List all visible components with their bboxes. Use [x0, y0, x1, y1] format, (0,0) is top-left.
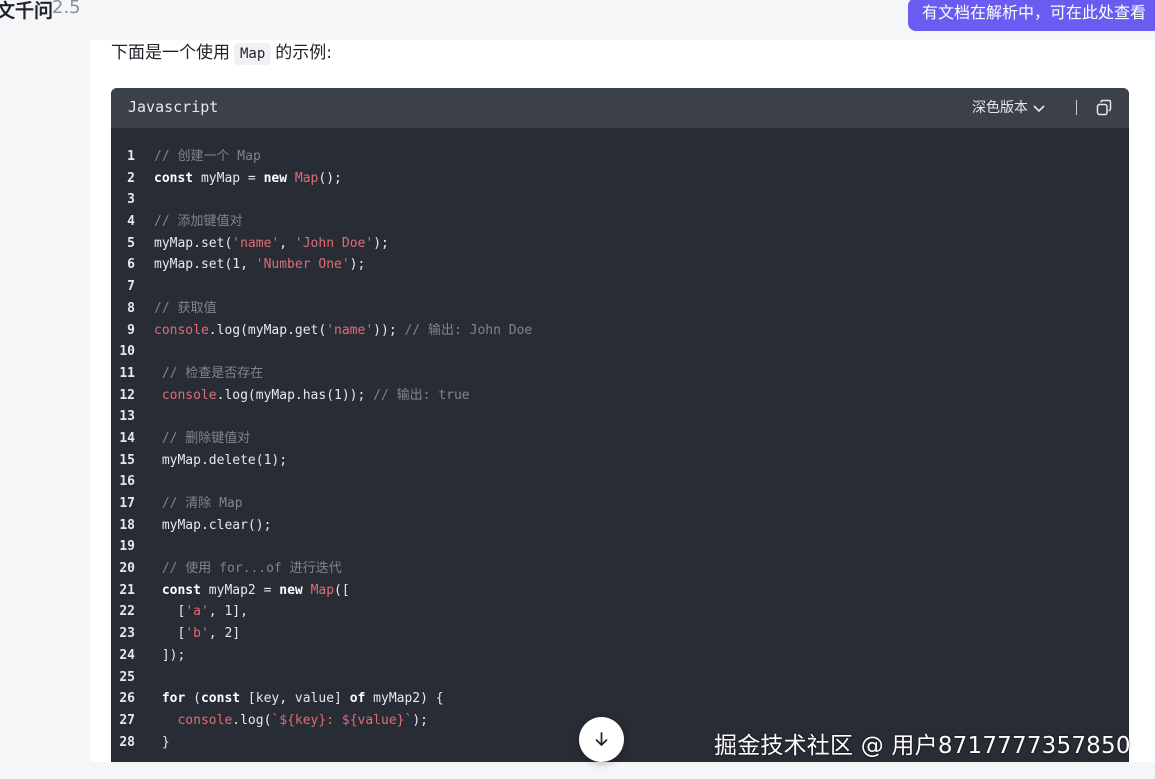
- code-text: myMap.clear();: [154, 517, 272, 533]
- code-line: 19: [111, 536, 1129, 558]
- code-line: 12 console.log(myMap.has(1)); // 输出: tru…: [111, 385, 1129, 407]
- code-text: const myMap = new Map();: [154, 170, 342, 186]
- line-number: 11: [119, 365, 135, 381]
- code-line: 1 // 创建一个 Map: [111, 146, 1129, 168]
- code-line: 6 myMap.set(1, 'Number One');: [111, 254, 1129, 276]
- line-number: 19: [119, 539, 135, 555]
- line-number: 27: [119, 712, 135, 728]
- code-text: for (const [key, value] of myMap2) {: [161, 691, 444, 707]
- line-number: 17: [119, 496, 135, 511]
- page-bottom: [0, 762, 1155, 779]
- code-line: 10: [111, 341, 1129, 363]
- code-line: 14 // 删除键值对: [111, 428, 1129, 450]
- code-line: 24 ]);: [111, 645, 1129, 667]
- top-bar: 文千问 2.5 有文档在解析中，可在此处查看: [0, 0, 1155, 40]
- line-number: 20: [119, 561, 135, 577]
- inline-code: Map: [234, 43, 272, 65]
- header-divider: [1076, 100, 1077, 115]
- code-line: 17 // 清除 Map: [111, 493, 1129, 515]
- code-line: 21 const myMap2 = new Map([: [111, 580, 1129, 602]
- line-number: 12: [119, 387, 135, 403]
- line-number: 6: [127, 257, 135, 273]
- code-line: 13: [111, 406, 1129, 428]
- line-number: 3: [127, 192, 135, 208]
- line-number: 4: [127, 214, 135, 230]
- arrow-down-icon: [595, 732, 608, 746]
- code-text: // 添加键值对: [154, 214, 243, 230]
- line-number: 22: [119, 604, 135, 620]
- line-number: 26: [119, 691, 135, 707]
- code-text: // 检查是否存在: [161, 365, 264, 381]
- code-line: 23 ['b', 2]: [111, 623, 1129, 645]
- article-content: 下面是一个使用 Map 的示例: Javascript 深色版本 1 // 创建一个 …: [90, 40, 1155, 779]
- code-line: 8 // 获取值: [111, 298, 1129, 320]
- line-number: 24: [119, 647, 135, 663]
- code-body[interactable]: 1 // 创建一个 Map 2 const myMap = new Map(); 3 4 /…: [111, 146, 1129, 753]
- line-number: 2: [127, 170, 135, 186]
- code-line: 2 const myMap = new Map();: [111, 168, 1129, 190]
- intro-text-before: 下面是一个使用: [111, 43, 230, 63]
- theme-select[interactable]: 深色版本: [972, 97, 1046, 117]
- code-language-label: Javascript: [128, 98, 219, 116]
- code-line: 5 myMap.set('name', 'John Doe');: [111, 233, 1129, 255]
- code-line: 7: [111, 276, 1129, 298]
- code-header: Javascript 深色版本: [111, 88, 1129, 128]
- line-number: 14: [119, 430, 135, 446]
- code-text: ['b', 2]: [154, 626, 241, 642]
- code-text: const myMap2 = new Map([: [161, 582, 350, 598]
- parsing-notice[interactable]: 有文档在解析中，可在此处查看: [908, 0, 1155, 31]
- code-text: myMap.set('name', 'John Doe');: [154, 235, 389, 251]
- code-line: 22 ['a', 1],: [111, 601, 1129, 623]
- line-number: 15: [119, 452, 135, 468]
- code-text: // 清除 Map: [161, 496, 243, 511]
- watermark: 掘金技术社区 @ 用户8717777357850: [714, 733, 1131, 759]
- intro-paragraph: 下面是一个使用 Map 的示例:: [111, 40, 332, 66]
- line-number: 9: [127, 322, 135, 338]
- app-title: 文千问: [0, 0, 54, 22]
- line-number: 10: [119, 344, 135, 360]
- app-version: 2.5: [52, 0, 81, 18]
- line-number: 21: [119, 582, 135, 598]
- line-number: 7: [127, 279, 135, 295]
- copy-button[interactable]: [1095, 99, 1113, 117]
- code-line: 9 console.log(myMap.get('name')); // 输出: …: [111, 320, 1129, 342]
- line-number: 25: [119, 669, 135, 685]
- code-text: // 使用 for...of 进行迭代: [161, 561, 342, 577]
- code-text: console.log(`${key}: ${value}`);: [177, 712, 428, 728]
- code-text: // 删除键值对: [161, 430, 251, 446]
- code-text: ]);: [154, 647, 186, 663]
- line-number: 23: [119, 626, 135, 642]
- line-number: 18: [119, 517, 135, 533]
- line-number: 13: [119, 409, 135, 425]
- code-line: 4 // 添加键值对: [111, 211, 1129, 233]
- code-line: 20 // 使用 for...of 进行迭代: [111, 558, 1129, 580]
- line-number: 28: [119, 734, 135, 750]
- line-number: 1: [127, 149, 135, 164]
- scroll-down-button[interactable]: [579, 717, 624, 762]
- code-line: 3: [111, 189, 1129, 211]
- line-number: 8: [127, 300, 135, 316]
- code-line: 26 for (const [key, value] of myMap2) {: [111, 688, 1129, 710]
- code-text: // 获取值: [154, 300, 217, 316]
- code-text: console.log(myMap.get('name')); // 输出: J…: [154, 322, 533, 338]
- line-number: 5: [127, 235, 135, 251]
- code-text: myMap.set(1, 'Number One');: [154, 257, 366, 273]
- code-text: }: [154, 734, 170, 750]
- code-text: console.log(myMap.has(1)); // 输出: true: [161, 387, 470, 403]
- copy-icon: [1096, 99, 1112, 116]
- code-text: ['a', 1],: [154, 604, 248, 620]
- intro-text-after: 的示例:: [275, 43, 333, 63]
- line-number: 16: [119, 474, 135, 490]
- code-line: 16: [111, 471, 1129, 493]
- code-line: 18 myMap.clear();: [111, 515, 1129, 537]
- code-block: Javascript 深色版本 1 // 创建一个 Map 2 const myMap…: [111, 88, 1129, 779]
- code-text: myMap.delete(1);: [154, 452, 288, 468]
- theme-select-label: 深色版本: [972, 100, 1028, 116]
- code-line: 15 myMap.delete(1);: [111, 450, 1129, 472]
- code-text: // 创建一个 Map: [154, 149, 261, 164]
- code-line: 11 // 检查是否存在: [111, 363, 1129, 385]
- chevron-down-icon: [1033, 105, 1045, 113]
- code-line: 25: [111, 667, 1129, 689]
- page: 文千问 2.5 有文档在解析中，可在此处查看 下面是一个使用 Map 的示例: Ja…: [0, 0, 1155, 779]
